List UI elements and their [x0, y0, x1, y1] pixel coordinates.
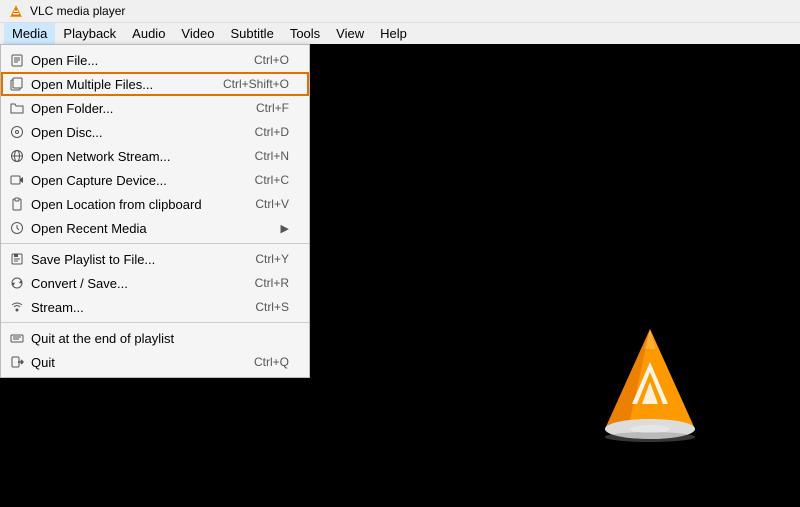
menu-help[interactable]: Help [372, 23, 415, 45]
open-clipboard-icon [9, 196, 25, 212]
open-capture-label: Open Capture Device... [31, 173, 225, 188]
quit-playlist-label: Quit at the end of playlist [31, 331, 289, 346]
quit-playlist-icon [9, 330, 25, 346]
open-disc-shortcut: Ctrl+D [255, 125, 289, 139]
convert-shortcut: Ctrl+R [255, 276, 289, 290]
convert-icon [9, 275, 25, 291]
vlc-title-icon [8, 3, 24, 19]
open-multiple-icon [9, 76, 25, 92]
menu-item-open-clipboard[interactable]: Open Location from clipboard Ctrl+V [1, 192, 309, 216]
separator-1 [1, 243, 309, 244]
stream-shortcut: Ctrl+S [255, 300, 289, 314]
menu-tools[interactable]: Tools [282, 23, 328, 45]
open-capture-shortcut: Ctrl+C [255, 173, 289, 187]
open-clipboard-label: Open Location from clipboard [31, 197, 225, 212]
open-file-icon [9, 52, 25, 68]
quit-icon [9, 354, 25, 370]
open-folder-icon [9, 100, 25, 116]
save-playlist-shortcut: Ctrl+Y [255, 252, 289, 266]
open-disc-label: Open Disc... [31, 125, 225, 140]
open-recent-icon [9, 220, 25, 236]
title-bar-text: VLC media player [30, 4, 125, 18]
stream-icon [9, 299, 25, 315]
save-playlist-label: Save Playlist to File... [31, 252, 225, 267]
menu-item-stream[interactable]: Stream... Ctrl+S [1, 295, 309, 319]
open-multiple-shortcut: Ctrl+Shift+O [223, 77, 289, 91]
quit-shortcut: Ctrl+Q [254, 355, 289, 369]
open-network-icon [9, 148, 25, 164]
menu-bar: Media Playback Audio Video Subtitle Tool… [0, 22, 800, 44]
save-playlist-icon [9, 251, 25, 267]
open-file-shortcut: Ctrl+O [254, 53, 289, 67]
stream-label: Stream... [31, 300, 225, 315]
menu-subtitle[interactable]: Subtitle [222, 23, 281, 45]
open-file-label: Open File... [31, 53, 224, 68]
menu-item-quit-playlist[interactable]: Quit at the end of playlist [1, 326, 309, 350]
separator-2 [1, 322, 309, 323]
title-bar: VLC media player [0, 0, 800, 22]
convert-label: Convert / Save... [31, 276, 225, 291]
menu-view[interactable]: View [328, 23, 372, 45]
vlc-cone [600, 324, 700, 447]
menu-item-open-disc[interactable]: Open Disc... Ctrl+D [1, 120, 309, 144]
open-capture-icon [9, 172, 25, 188]
open-recent-label: Open Recent Media [31, 221, 281, 236]
menu-item-open-folder[interactable]: Open Folder... Ctrl+F [1, 96, 309, 120]
menu-playback[interactable]: Playback [55, 23, 124, 45]
menu-item-open-file[interactable]: Open File... Ctrl+O [1, 48, 309, 72]
open-clipboard-shortcut: Ctrl+V [255, 197, 289, 211]
menu-item-open-network[interactable]: Open Network Stream... Ctrl+N [1, 144, 309, 168]
open-folder-shortcut: Ctrl+F [256, 101, 289, 115]
menu-item-quit[interactable]: Quit Ctrl+Q [1, 350, 309, 374]
menu-item-convert[interactable]: Convert / Save... Ctrl+R [1, 271, 309, 295]
menu-item-open-multiple[interactable]: Open Multiple Files... Ctrl+Shift+O [1, 72, 309, 96]
menu-item-open-recent[interactable]: Open Recent Media ▶ [1, 216, 309, 240]
menu-item-open-capture[interactable]: Open Capture Device... Ctrl+C [1, 168, 309, 192]
menu-media[interactable]: Media [4, 23, 55, 45]
menu-audio[interactable]: Audio [124, 23, 173, 45]
open-folder-label: Open Folder... [31, 101, 226, 116]
open-multiple-label: Open Multiple Files... [31, 77, 193, 92]
menu-item-save-playlist[interactable]: Save Playlist to File... Ctrl+Y [1, 247, 309, 271]
media-dropdown: Open File... Ctrl+O Open Multiple Files.… [0, 44, 310, 378]
quit-label: Quit [31, 355, 224, 370]
open-network-shortcut: Ctrl+N [255, 149, 289, 163]
open-recent-arrow: ▶ [281, 222, 289, 235]
open-disc-icon [9, 124, 25, 140]
menu-video[interactable]: Video [173, 23, 222, 45]
open-network-label: Open Network Stream... [31, 149, 225, 164]
